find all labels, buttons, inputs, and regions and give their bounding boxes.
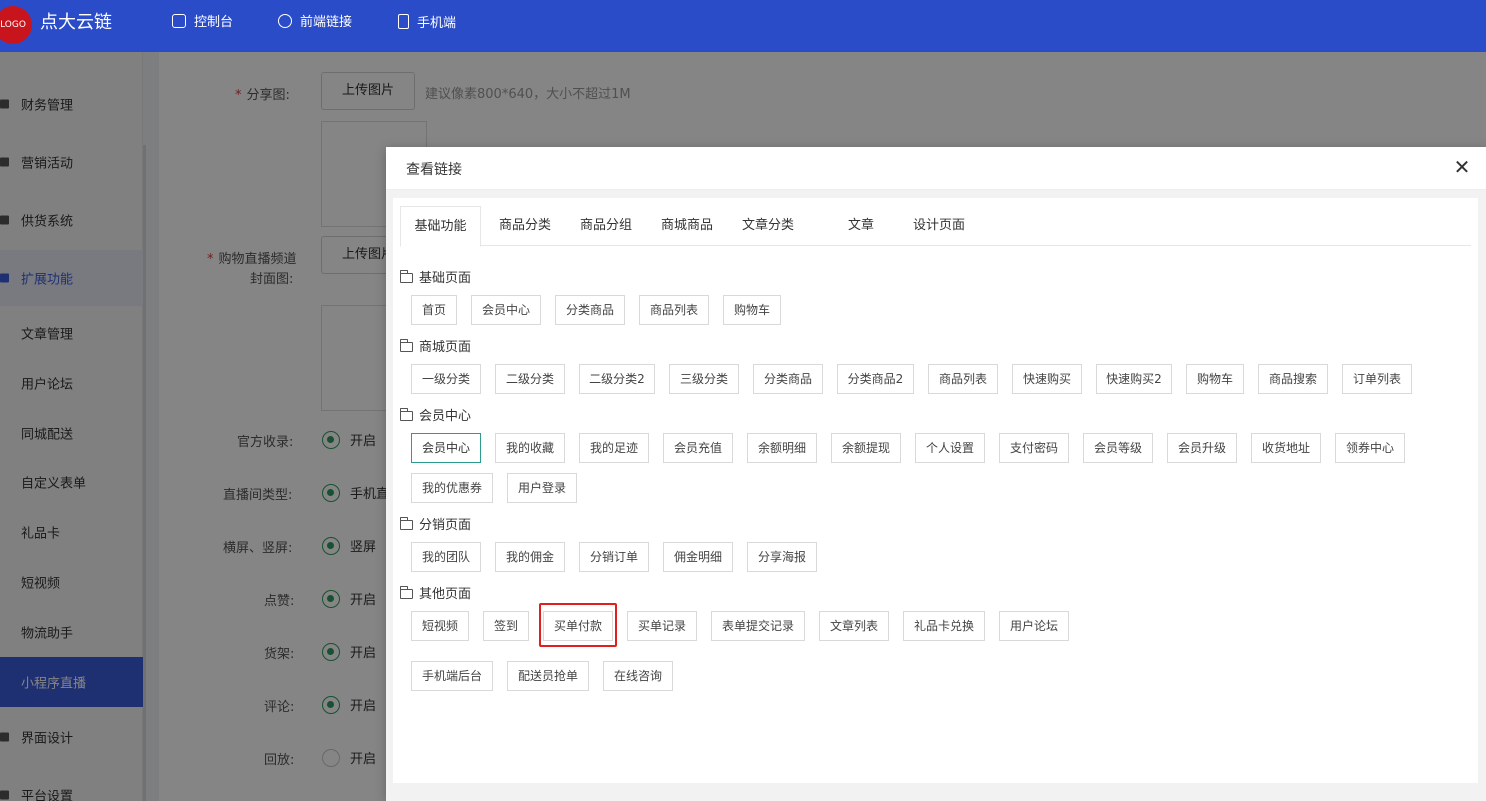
link-button[interactable]: 二级分类2 — [579, 364, 655, 394]
nav-frontend-links-label: 前端链接 — [300, 15, 353, 30]
logo: LOGO — [0, 6, 32, 44]
link-button[interactable]: 签到 — [483, 611, 529, 641]
link-button[interactable]: 手机端后台 — [411, 661, 493, 691]
close-icon[interactable]: ✕ — [1452, 157, 1472, 177]
link-button[interactable]: 分类商品 — [555, 295, 625, 325]
view-links-modal: 查看链接 ✕ 基础功能 商品分类 商品分组 商城商品 文章分类 文章 设计页面 … — [386, 147, 1486, 801]
link-button[interactable]: 在线咨询 — [603, 661, 673, 691]
link-button[interactable]: 订单列表 — [1342, 364, 1412, 394]
link-button[interactable]: 分销订单 — [579, 542, 649, 572]
link-button[interactable]: 我的优惠券 — [411, 473, 493, 503]
section-title-text: 商城页面 — [419, 340, 472, 355]
link-button[interactable]: 我的足迹 — [579, 433, 649, 463]
link-button[interactable]: 个人设置 — [915, 433, 985, 463]
link-button[interactable]: 会员充值 — [663, 433, 733, 463]
link-button[interactable]: 文章列表 — [819, 611, 889, 641]
link-button[interactable]: 我的佣金 — [495, 542, 565, 572]
modal-header: 查看链接 ✕ — [386, 147, 1486, 190]
section-title-distribution: 分销页面 — [400, 514, 471, 533]
link-button[interactable]: 商品列表 — [639, 295, 709, 325]
nav-mobile-label: 手机端 — [417, 16, 457, 31]
link-button[interactable]: 余额明细 — [747, 433, 817, 463]
link-button[interactable]: 我的团队 — [411, 542, 481, 572]
link-button[interactable]: 二级分类 — [495, 364, 565, 394]
link-button[interactable]: 购物车 — [723, 295, 781, 325]
section-title-member: 会员中心 — [400, 405, 471, 424]
link-button[interactable]: 快速购买2 — [1096, 364, 1172, 394]
nav-mobile[interactable]: 手机端 — [398, 14, 456, 33]
link-button[interactable]: 配送员抢单 — [507, 661, 589, 691]
link-button[interactable]: 会员等级 — [1083, 433, 1153, 463]
link-button[interactable]: 快速购买 — [1012, 364, 1082, 394]
section-title-other: 其他页面 — [400, 583, 471, 602]
link-button[interactable]: 短视频 — [411, 611, 469, 641]
section-title-basic: 基础页面 — [400, 267, 471, 286]
link-button[interactable]: 领券中心 — [1335, 433, 1405, 463]
folder-icon — [400, 586, 413, 599]
nav-dashboard-label: 控制台 — [194, 15, 234, 30]
section-title-text: 会员中心 — [419, 409, 472, 424]
dashboard-icon — [172, 14, 186, 28]
link-button[interactable]: 用户论坛 — [999, 611, 1069, 641]
folder-icon — [400, 339, 413, 352]
tab-design-pages[interactable]: 设计页面 — [898, 206, 980, 246]
modal-body: 基础功能 商品分类 商品分组 商城商品 文章分类 文章 设计页面 基础页面 首页… — [386, 190, 1486, 801]
app-title: 点大云链 — [40, 12, 112, 33]
link-button[interactable]: 商品列表 — [928, 364, 998, 394]
link-button[interactable]: 余额提现 — [831, 433, 901, 463]
link-button[interactable]: 分类商品 — [753, 364, 823, 394]
link-button[interactable]: 表单提交记录 — [711, 611, 805, 641]
section-title-text: 分销页面 — [419, 518, 472, 533]
link-button[interactable]: 礼品卡兑换 — [903, 611, 985, 641]
link-button[interactable]: 三级分类 — [669, 364, 739, 394]
link-tabs: 基础功能 商品分类 商品分组 商城商品 文章分类 文章 设计页面 — [400, 206, 1471, 247]
link-button[interactable]: 支付密码 — [999, 433, 1069, 463]
link-button[interactable]: 佣金明细 — [663, 542, 733, 572]
link-button[interactable]: 收货地址 — [1251, 433, 1321, 463]
link-button[interactable]: 一级分类 — [411, 364, 481, 394]
folder-icon — [400, 270, 413, 283]
link-button[interactable]: 会员中心 — [471, 295, 541, 325]
link-button[interactable]: 会员升级 — [1167, 433, 1237, 463]
folder-icon — [400, 517, 413, 530]
section-title-text: 基础页面 — [419, 271, 472, 286]
tab-basic[interactable]: 基础功能 — [400, 206, 481, 247]
links-panel: 基础功能 商品分类 商品分组 商城商品 文章分类 文章 设计页面 基础页面 首页… — [393, 198, 1478, 783]
section-title-mall: 商城页面 — [400, 336, 471, 355]
tab-product-group[interactable]: 商品分组 — [570, 206, 642, 246]
link-button[interactable]: 商品搜索 — [1258, 364, 1328, 394]
link-button[interactable]: 会员中心 — [411, 433, 481, 463]
link-button[interactable]: 我的收藏 — [495, 433, 565, 463]
modal-title: 查看链接 — [406, 162, 462, 178]
link-button[interactable]: 买单记录 — [627, 611, 697, 641]
folder-icon — [400, 408, 413, 421]
link-button[interactable]: 购物车 — [1186, 364, 1244, 394]
tab-mall-products[interactable]: 商城商品 — [651, 206, 723, 246]
link-icon — [278, 14, 292, 28]
link-button[interactable]: 首页 — [411, 295, 457, 325]
link-button[interactable]: 用户登录 — [507, 473, 577, 503]
link-button[interactable]: 分享海报 — [747, 542, 817, 572]
link-button[interactable]: 分类商品2 — [837, 364, 914, 394]
top-header: LOGO 点大云链 控制台 前端链接 手机端 — [0, 0, 1486, 52]
section-title-text: 其他页面 — [419, 587, 472, 602]
phone-icon — [398, 14, 409, 29]
nav-frontend-links[interactable]: 前端链接 — [278, 14, 352, 32]
highlight-box — [539, 603, 617, 647]
tab-product-category[interactable]: 商品分类 — [489, 206, 561, 246]
nav-dashboard[interactable]: 控制台 — [172, 14, 233, 32]
tab-articles[interactable]: 文章 — [825, 206, 897, 246]
tab-article-category[interactable]: 文章分类 — [732, 206, 804, 246]
